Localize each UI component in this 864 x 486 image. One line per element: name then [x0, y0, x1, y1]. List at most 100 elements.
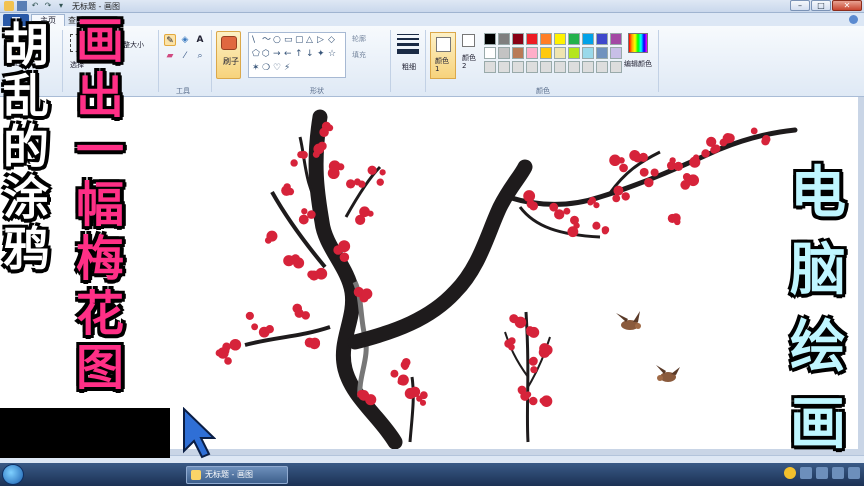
brushes-button[interactable]: 刷子	[216, 31, 241, 79]
save-icon[interactable]	[17, 1, 27, 11]
shape-six-point-star[interactable]: ✶	[252, 63, 260, 73]
eraser-icon[interactable]: ▰	[164, 50, 176, 62]
blossom	[397, 378, 404, 385]
blossom	[669, 157, 676, 164]
taskbar: 无标题 - 画图	[0, 463, 864, 486]
edit-colors-button[interactable]: 编辑颜色	[624, 59, 652, 69]
palette-swatch[interactable]	[582, 61, 594, 73]
shape-diamond[interactable]: ◇	[328, 35, 335, 45]
volume-icon[interactable]	[800, 467, 812, 479]
shape-heart[interactable]: ♡	[273, 63, 281, 73]
palette-swatch[interactable]	[596, 61, 608, 73]
color-picker-icon[interactable]: ⁄	[179, 50, 191, 62]
palette-swatch[interactable]	[512, 33, 524, 45]
system-tray	[784, 467, 860, 479]
palette-swatch[interactable]	[498, 61, 510, 73]
group-separator	[658, 30, 659, 92]
palette-swatch[interactable]	[512, 61, 524, 73]
fill-dropdown[interactable]: 填充	[352, 50, 366, 60]
start-button[interactable]	[2, 464, 24, 485]
palette-swatch[interactable]	[582, 47, 594, 59]
palette-swatch[interactable]	[526, 33, 538, 45]
pencil-icon[interactable]: ✎	[164, 34, 176, 46]
shape-hexagon[interactable]: ⬡	[262, 49, 270, 59]
palette-swatch[interactable]	[526, 61, 538, 73]
shape-curve[interactable]: 〜	[262, 35, 271, 45]
shape-lightning[interactable]: ⚡	[284, 63, 290, 73]
blossom	[345, 179, 356, 189]
shape-right-arrow[interactable]: →	[273, 49, 281, 59]
mouse-cursor-icon	[183, 407, 216, 459]
group-separator	[62, 30, 63, 92]
palette-swatch[interactable]	[596, 47, 608, 59]
palette-swatch[interactable]	[554, 47, 566, 59]
shape-triangle[interactable]: △	[306, 35, 313, 45]
fill-icon[interactable]: ◈	[179, 34, 191, 46]
palette-swatch[interactable]	[498, 47, 510, 59]
magnifier-icon[interactable]: ⌕	[194, 50, 206, 62]
blossom	[355, 214, 366, 225]
shape-rectangle[interactable]: ▭	[284, 35, 293, 45]
blossom	[290, 254, 301, 264]
blossom	[361, 288, 373, 300]
palette-swatch[interactable]	[484, 47, 496, 59]
color2-button[interactable]: 颜色 2	[460, 34, 478, 70]
palette-swatch[interactable]	[582, 33, 594, 45]
shape-right-triangle[interactable]: ▷	[317, 35, 324, 45]
ribbon-help-area	[849, 15, 858, 24]
palette-swatch[interactable]	[610, 61, 622, 73]
close-button[interactable]: ✕	[832, 0, 862, 11]
palette-swatch[interactable]	[484, 33, 496, 45]
edit-colors-icon[interactable]	[628, 33, 648, 53]
minimize-button[interactable]: –	[790, 0, 810, 11]
palette-swatch[interactable]	[568, 47, 580, 59]
palette-swatch[interactable]	[540, 47, 552, 59]
palette-swatch[interactable]	[610, 33, 622, 45]
dropdown-icon[interactable]: ▾	[56, 1, 66, 11]
palette-swatch[interactable]	[526, 47, 538, 59]
undo-icon[interactable]: ↶	[30, 1, 40, 11]
palette-swatch[interactable]	[498, 33, 510, 45]
blossom	[593, 202, 600, 209]
help-icon[interactable]	[849, 15, 858, 24]
palette-swatch[interactable]	[484, 61, 496, 73]
palette-swatch[interactable]	[568, 61, 580, 73]
blossom	[358, 389, 370, 401]
color1-button[interactable]: 颜色 1	[430, 32, 456, 79]
shape-left-arrow[interactable]: ←	[284, 49, 292, 59]
palette-swatch[interactable]	[540, 33, 552, 45]
outline-dropdown[interactable]: 轮廓	[352, 34, 366, 44]
keyboard-icon[interactable]	[848, 467, 860, 479]
shape-rounded-rectangle[interactable]: ▢	[295, 35, 304, 45]
palette-swatch[interactable]	[554, 61, 566, 73]
shape-four-point-star[interactable]: ✦	[317, 49, 325, 59]
shape-down-arrow[interactable]: ↓	[306, 49, 314, 59]
size-icon[interactable]	[397, 34, 419, 58]
network-icon[interactable]	[784, 467, 796, 479]
palette-swatch[interactable]	[610, 47, 622, 59]
maximize-button[interactable]: □	[811, 0, 831, 11]
text-icon[interactable]: A	[194, 34, 206, 46]
palette-swatch[interactable]	[568, 33, 580, 45]
palette-swatch[interactable]	[554, 33, 566, 45]
shapes-gallery[interactable]: \ 〜 ○ ▭ ▢ △ ▷ ◇ ⬠ ⬡ → ← ↑ ↓ ✦ ☆ ✶ ❍ ♡ ⚡	[248, 32, 346, 78]
palette-swatch[interactable]	[540, 61, 552, 73]
paint-app-icon[interactable]	[4, 1, 14, 11]
shape-pentagon[interactable]: ⬠	[252, 49, 260, 59]
flag-icon[interactable]	[816, 467, 828, 479]
palette-swatch[interactable]	[596, 33, 608, 45]
shape-callout[interactable]: ❍	[262, 63, 270, 73]
blossom	[609, 154, 621, 167]
redo-icon[interactable]: ↷	[43, 1, 53, 11]
shape-five-point-star[interactable]: ☆	[328, 49, 336, 59]
group-separator	[158, 30, 159, 92]
palette-swatch[interactable]	[512, 47, 524, 59]
shape-oval[interactable]: ○	[273, 35, 281, 45]
blossom	[298, 214, 309, 225]
size-button[interactable]: 粗细	[402, 63, 416, 71]
shape-up-arrow[interactable]: ↑	[295, 49, 303, 59]
shape-line[interactable]: \	[252, 35, 255, 45]
taskbar-item-paint[interactable]: 无标题 - 画图	[186, 466, 288, 484]
shield-icon[interactable]	[832, 467, 844, 479]
blossom	[528, 326, 540, 338]
